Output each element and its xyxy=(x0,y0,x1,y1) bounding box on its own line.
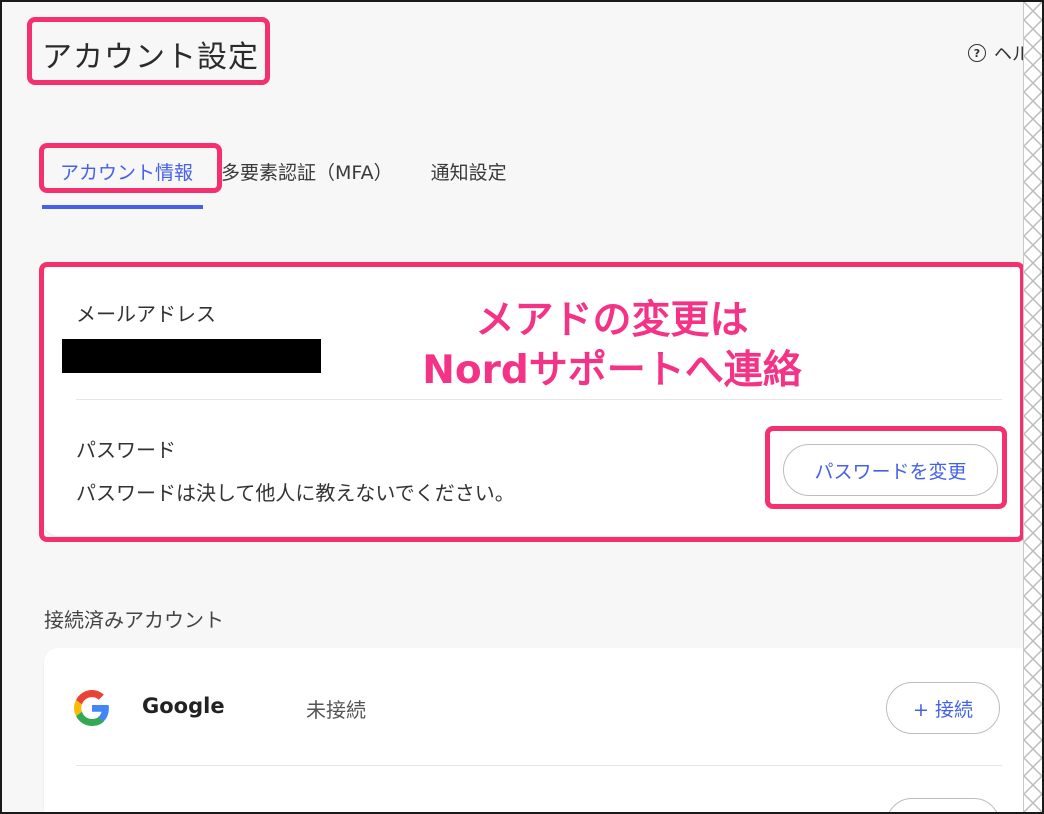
annotation-text: メアドの変更は Nordサポートへ連絡 xyxy=(402,296,822,396)
password-note: パスワードは決して他人に教えないでください。 xyxy=(76,481,515,505)
torn-edge xyxy=(1023,2,1042,812)
google-status: 未接続 xyxy=(306,698,366,722)
screenshot-frame: アカウント設定 ? ヘル アカウント情報 多要素認証（MFA） 通知設定 メール… xyxy=(0,0,1044,814)
google-name: Google xyxy=(142,694,225,718)
tab-bar: アカウント情報 多要素認証（MFA） 通知設定 xyxy=(42,152,545,209)
tab-notifications[interactable]: 通知設定 xyxy=(431,152,507,185)
page-title: アカウント設定 xyxy=(42,40,259,75)
email-label: メールアドレス xyxy=(76,302,216,326)
connect-google-button[interactable]: + 接続 xyxy=(886,682,1000,734)
connected-accounts-title: 接続済みアカウント xyxy=(44,608,224,632)
connected-divider xyxy=(76,765,1002,766)
google-icon xyxy=(74,690,109,726)
annotation-line-1: メアドの変更は xyxy=(475,298,749,343)
tab-mfa[interactable]: 多要素認証（MFA） xyxy=(221,152,393,185)
help-link[interactable]: ? ヘル xyxy=(968,40,1030,66)
card-divider xyxy=(76,399,1002,400)
tab-account-info[interactable]: アカウント情報 xyxy=(42,152,204,209)
email-redacted xyxy=(62,339,321,373)
password-label: パスワード xyxy=(76,438,176,462)
connect-button-2[interactable] xyxy=(886,798,1000,812)
connected-accounts-card: + 接続 xyxy=(44,648,1032,812)
change-password-button[interactable]: パスワードを変更 xyxy=(783,444,998,496)
annotation-line-2: Nordサポートへ連絡 xyxy=(422,348,802,393)
help-icon: ? xyxy=(968,44,986,62)
